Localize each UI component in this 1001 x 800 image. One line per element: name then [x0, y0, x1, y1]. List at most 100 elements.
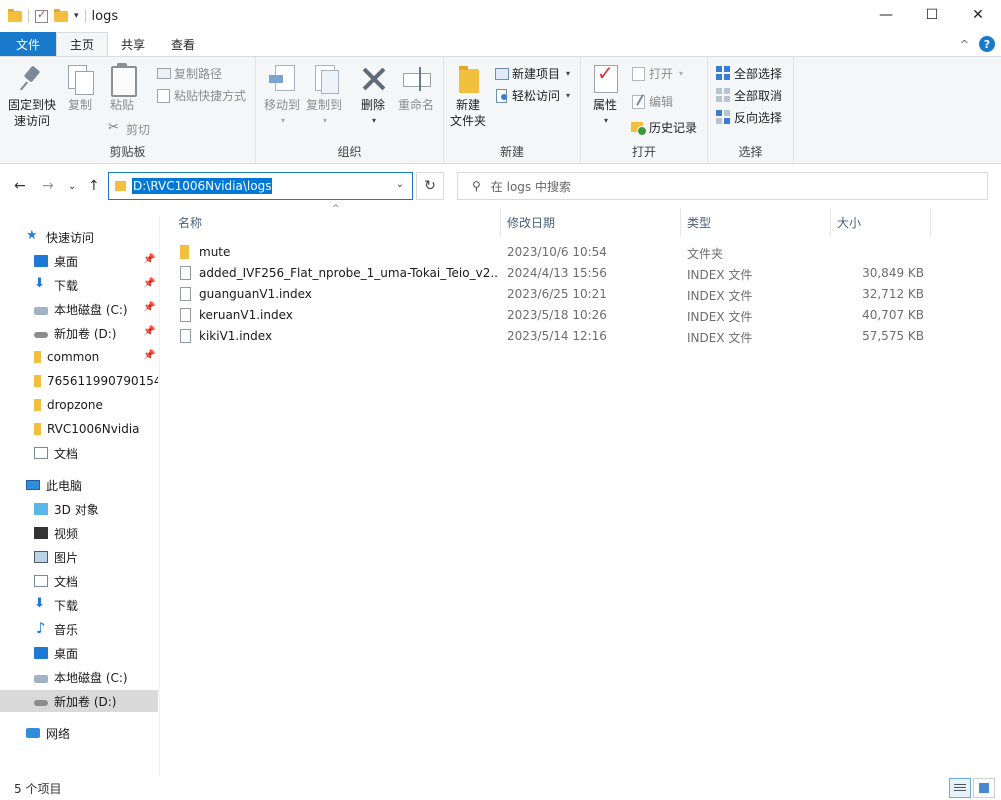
easy-access-button[interactable]: 轻松访问 ▾ — [494, 85, 570, 105]
tab-file[interactable]: 文件 — [0, 32, 57, 56]
download-icon — [34, 596, 48, 611]
address-dropdown-chevron-icon[interactable]: ⌄ — [396, 179, 404, 190]
address-path[interactable]: D:\RVC1006Nvidia\logs — [132, 178, 273, 194]
document-icon — [34, 575, 48, 587]
title-bar: ▾ logs — ☐ ✕ — [0, 0, 1001, 32]
edit-button[interactable]: 编辑 — [631, 91, 673, 111]
sidebar-item-desktop-pc[interactable]: 桌面 — [0, 642, 158, 664]
history-icon — [631, 120, 647, 136]
up-arrow-icon[interactable]: ↑ — [88, 178, 100, 194]
sidebar-item-documents-quick[interactable]: 文档 — [0, 442, 158, 464]
customize-toolbar-dropdown-icon[interactable]: ▾ — [74, 11, 79, 21]
select-group: 全部选择 全部取消 反向选择 选择 — [708, 57, 794, 163]
file-row-mute[interactable]: mute 2023/10/6 10:54 文件夹 — [172, 242, 932, 263]
collapse-ribbon-icon[interactable]: ^ — [960, 38, 969, 51]
sidebar-item-drive-c-pc[interactable]: 本地磁盘 (C:) — [0, 666, 158, 688]
move-to-button[interactable]: 移动到 ▾ — [262, 63, 302, 129]
sidebar-item-documents[interactable]: 文档 — [0, 570, 158, 592]
sidebar-item-pictures[interactable]: 图片 — [0, 546, 158, 568]
back-arrow-icon[interactable]: ← — [14, 178, 26, 194]
sort-ascending-icon: ^ — [332, 204, 340, 214]
sidebar-item-drive-d-pc[interactable]: 新加卷 (D:) — [0, 690, 158, 712]
sidebar-item-3d-objects[interactable]: 3D 对象 — [0, 498, 158, 520]
cut-button[interactable]: 剪切 — [108, 119, 150, 139]
column-header-date[interactable]: 修改日期 — [507, 208, 555, 236]
sidebar-item-music[interactable]: 音乐 — [0, 618, 158, 640]
address-bar[interactable]: D:\RVC1006Nvidia\logs ⌄ — [108, 172, 413, 200]
sidebar-item-videos[interactable]: 视频 — [0, 522, 158, 544]
rename-button[interactable]: 重命名 — [396, 63, 436, 113]
file-row-guanguan[interactable]: guanguanV1.index 2023/6/25 10:21 INDEX 文… — [172, 284, 932, 305]
paste-shortcut-button[interactable]: 粘贴快捷方式 — [156, 85, 246, 105]
file-row-keruan[interactable]: keruanV1.index 2023/5/18 10:26 INDEX 文件 … — [172, 305, 932, 326]
sidebar-item-rvc1006nvidia[interactable]: RVC1006Nvidia — [0, 418, 158, 440]
copy-to-button[interactable]: 复制到 ▾ — [304, 63, 344, 129]
open-button[interactable]: 打开 ▾ — [631, 63, 683, 83]
column-header-name[interactable]: 名称 — [178, 208, 202, 236]
forward-arrow-icon[interactable]: → — [42, 178, 54, 194]
scissors-icon — [108, 120, 122, 136]
edit-label: 编辑 — [649, 94, 674, 109]
help-icon[interactable]: ? — [979, 36, 995, 52]
clipboard-group-label: 剪贴板 — [109, 145, 146, 159]
history-button[interactable]: 历史记录 — [631, 117, 697, 137]
column-divider[interactable] — [930, 208, 931, 236]
column-divider[interactable] — [830, 208, 831, 236]
sidebar-item-downloads[interactable]: 下载 📌 — [0, 274, 158, 296]
select-all-button[interactable]: 全部选择 — [716, 63, 782, 83]
tab-view[interactable]: 查看 — [158, 32, 208, 56]
close-button[interactable]: ✕ — [955, 0, 1001, 30]
file-row-kiki[interactable]: kikiV1.index 2023/5/14 12:16 INDEX 文件 57… — [172, 326, 932, 347]
file-size: 30,849 KB — [862, 266, 924, 280]
column-divider[interactable] — [500, 208, 501, 236]
column-header-size[interactable]: 大小 — [837, 208, 861, 236]
sidebar-item-downloads-pc[interactable]: 下载 — [0, 594, 158, 616]
search-input[interactable]: ⚲ 在 logs 中搜索 — [457, 172, 988, 200]
paste-button[interactable]: 粘贴 — [104, 63, 140, 113]
sidebar-item-this-pc[interactable]: 此电脑 — [0, 474, 158, 496]
column-header-type[interactable]: 类型 — [687, 208, 711, 236]
recent-locations-chevron-icon[interactable]: ⌄ — [68, 181, 76, 192]
pin-icon: 📌 — [143, 350, 156, 361]
properties-icon[interactable] — [35, 8, 48, 23]
sidebar-item-quick-access[interactable]: 快速访问 — [0, 226, 158, 248]
file-name: guanguanV1.index — [199, 287, 312, 301]
file-icon — [180, 266, 191, 280]
refresh-button[interactable]: ↻ — [416, 172, 444, 200]
tab-home[interactable]: 主页 — [56, 32, 109, 56]
chevron-down-icon: ▾ — [566, 90, 571, 100]
file-icon — [180, 308, 191, 322]
details-view-button[interactable] — [949, 778, 971, 798]
sidebar-item-common[interactable]: common 📌 — [0, 346, 158, 368]
sidebar-item-drive-d[interactable]: 新加卷 (D:) 📌 — [0, 322, 158, 344]
status-bar: 5 个项目 — [0, 776, 1001, 800]
large-icons-view-button[interactable] — [973, 778, 995, 798]
sidebar-item-drive-c[interactable]: 本地磁盘 (C:) 📌 — [0, 298, 158, 320]
sidebar-item-network[interactable]: 网络 — [0, 722, 158, 744]
tab-share[interactable]: 共享 — [108, 32, 158, 56]
new-folder-label-line2: 文件夹 — [449, 114, 486, 128]
new-folder-icon[interactable] — [54, 8, 68, 22]
file-row-added-ivf[interactable]: added_IVF256_Flat_nprobe_1_uma-Tokai_Tei… — [172, 263, 932, 284]
pin-icon — [17, 63, 47, 95]
move-to-icon — [267, 63, 297, 95]
document-icon — [34, 447, 48, 459]
new-item-button[interactable]: 新建项目 ▾ — [494, 63, 570, 83]
new-folder-button[interactable]: 新建 文件夹 — [448, 63, 488, 129]
chevron-down-icon: ▾ — [603, 116, 608, 125]
pin-icon: 📌 — [143, 302, 156, 313]
minimize-button[interactable]: — — [863, 0, 909, 30]
select-none-button[interactable]: 全部取消 — [716, 85, 782, 105]
invert-selection-button[interactable]: 反向选择 — [716, 107, 782, 127]
copy-path-button[interactable]: 复制路径 — [156, 63, 222, 83]
column-divider[interactable] — [680, 208, 681, 236]
delete-button[interactable]: 删除 ▾ — [356, 63, 390, 129]
sidebar-item-dropzone[interactable]: dropzone — [0, 394, 158, 416]
open-icon — [631, 66, 645, 81]
sidebar-item-folder-id[interactable]: 765611990790154 — [0, 370, 158, 392]
sidebar-item-desktop[interactable]: 桌面 📌 — [0, 250, 158, 272]
properties-button[interactable]: 属性 ▾ — [587, 63, 623, 129]
pin-to-quick-access-button[interactable]: 固定到快 速访问 — [6, 63, 58, 129]
copy-button[interactable]: 复制 — [62, 63, 98, 113]
maximize-button[interactable]: ☐ — [909, 0, 955, 30]
